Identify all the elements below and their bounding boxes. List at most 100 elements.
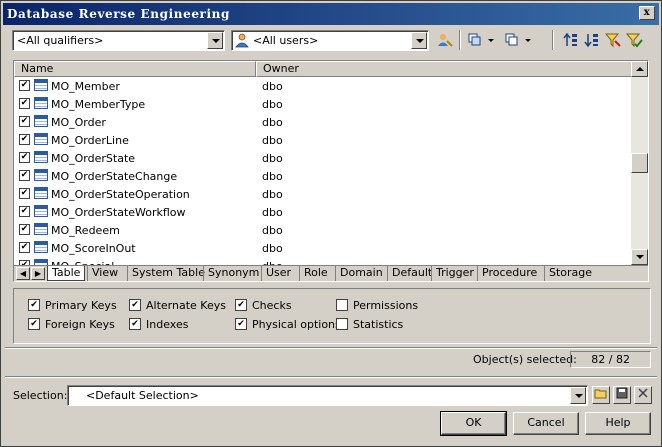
divider <box>5 347 657 349</box>
row-name: MO_OrderStateOperation <box>51 188 190 201</box>
row-owner: dbo <box>262 242 283 255</box>
table-row[interactable]: ✔ MO_OrderStateChange dbo <box>14 167 632 185</box>
options-group: ✔ Primary Keys ✔ Alternate Keys ✔ Checks Permi… <box>13 288 651 344</box>
table-row[interactable]: ✔ MO_ScoreInOut dbo <box>14 239 632 257</box>
tab-system-table[interactable]: System Table <box>127 266 209 281</box>
vertical-scrollbar[interactable] <box>631 61 648 265</box>
select-all-dropdown-icon[interactable] <box>467 31 497 49</box>
tab-table[interactable]: Table <box>47 266 86 281</box>
tab-domain[interactable]: Domain <box>335 266 387 281</box>
select-users-icon[interactable] <box>436 31 454 49</box>
tab-synonym[interactable]: Synonym <box>203 266 263 281</box>
save-icon[interactable] <box>613 386 631 404</box>
ok-button[interactable]: OK <box>440 411 507 436</box>
option-label: Statistics <box>353 318 404 331</box>
tab-view[interactable]: View <box>87 266 122 281</box>
tab-storage[interactable]: Storage <box>544 266 596 281</box>
table-row[interactable]: ✔ MO_OrderState dbo <box>14 149 632 167</box>
open-folder-icon[interactable] <box>592 386 610 404</box>
row-name: MO_OrderState <box>51 152 136 165</box>
row-checkbox[interactable]: ✔ <box>19 206 30 217</box>
row-checkbox[interactable]: ✔ <box>19 98 30 109</box>
sort-ascending-icon[interactable] <box>562 31 580 49</box>
filter-icon[interactable] <box>604 31 622 49</box>
qualifier-dropdown[interactable]: <All qualifiers> <box>12 30 225 51</box>
row-checkbox[interactable]: ✔ <box>19 152 30 163</box>
option-label: Primary Keys <box>45 299 117 312</box>
tab-scroll-right-icon[interactable]: ▶ <box>31 267 45 280</box>
tab-default[interactable]: Default <box>387 266 436 281</box>
row-owner: dbo <box>262 206 283 219</box>
delete-icon[interactable] <box>634 386 652 404</box>
scroll-thumb[interactable] <box>631 153 648 173</box>
table-icon <box>34 115 48 127</box>
table-row[interactable]: ✔ MO_Redeem dbo <box>14 221 632 239</box>
chevron-down-icon[interactable] <box>207 32 223 49</box>
scroll-up-button[interactable] <box>631 61 648 77</box>
option-checkbox[interactable] <box>336 299 348 311</box>
table-icon <box>34 241 48 253</box>
user-icon <box>235 33 249 48</box>
chevron-down-icon[interactable] <box>570 387 586 404</box>
deselect-all-dropdown-icon[interactable] <box>504 31 534 49</box>
option-checkbox[interactable]: ✔ <box>28 299 40 311</box>
sort-descending-icon[interactable] <box>583 31 601 49</box>
scroll-down-button[interactable] <box>631 249 648 265</box>
table-row[interactable]: ✔ MO_OrderStateWorkflow dbo <box>14 203 632 221</box>
row-owner: dbo <box>262 188 283 201</box>
row-checkbox[interactable]: ✔ <box>19 134 30 145</box>
table-row[interactable]: ✔ MO_Order dbo <box>14 113 632 131</box>
selected-count-value: 82 / 82 <box>570 351 651 368</box>
title-bar[interactable]: Database Reverse Engineering x <box>3 3 659 25</box>
table-row[interactable]: ✔ MO_Member dbo <box>14 77 632 95</box>
option-checkbox[interactable]: ✔ <box>235 318 247 330</box>
help-button[interactable]: Help <box>585 412 651 435</box>
row-owner: dbo <box>262 224 283 237</box>
option-checkbox[interactable] <box>336 318 348 330</box>
close-button[interactable]: x <box>639 6 655 20</box>
cancel-button[interactable]: Cancel <box>513 412 579 435</box>
row-owner: dbo <box>262 134 283 147</box>
option-checkbox[interactable]: ✔ <box>28 318 40 330</box>
row-checkbox[interactable]: ✔ <box>19 116 30 127</box>
option-label: Checks <box>252 299 292 312</box>
option-label: Permissions <box>353 299 419 312</box>
tab-scroll-left-icon[interactable]: ◀ <box>16 267 30 280</box>
column-header-name[interactable]: Name <box>14 61 256 77</box>
row-name: MO_OrderStateChange <box>51 170 178 183</box>
chevron-down-icon[interactable] <box>411 32 427 49</box>
selection-dropdown[interactable]: <Default Selection> <box>67 385 588 406</box>
option-checkbox[interactable]: ✔ <box>235 299 247 311</box>
table-row[interactable]: ✔ MO_OrderLine dbo <box>14 131 632 149</box>
option-checkbox[interactable]: ✔ <box>129 318 141 330</box>
object-list[interactable]: Name Owner ✔ MO_Member dbo ✔ MO_MemberType db… <box>13 60 649 282</box>
row-checkbox[interactable]: ✔ <box>19 188 30 199</box>
table-icon <box>34 169 48 181</box>
tab-procedure[interactable]: Procedure <box>477 266 541 281</box>
row-owner: dbo <box>262 116 283 129</box>
table-row[interactable]: ✔MO_Specialdbo <box>14 257 632 265</box>
row-checkbox[interactable]: ✔ <box>19 80 30 91</box>
table-row[interactable]: ✔ MO_MemberType dbo <box>14 95 632 113</box>
table-icon <box>34 223 48 235</box>
column-header-owner[interactable]: Owner <box>256 61 632 77</box>
row-name: MO_Redeem <box>51 224 120 237</box>
toolbar-separator <box>459 30 461 50</box>
tab-trigger[interactable]: Trigger <box>431 266 478 281</box>
row-checkbox[interactable]: ✔ <box>19 224 30 235</box>
row-checkbox[interactable]: ✔ <box>19 242 30 253</box>
tab-user[interactable]: User <box>261 266 295 281</box>
row-checkbox[interactable]: ✔ <box>19 170 30 181</box>
table-row[interactable]: ✔ MO_OrderStateOperation dbo <box>14 185 632 203</box>
users-value: <All users> <box>253 34 319 47</box>
users-dropdown[interactable]: <All users> <box>231 30 429 51</box>
row-name: MO_OrderLine <box>51 134 129 147</box>
option-checkbox[interactable]: ✔ <box>129 299 141 311</box>
table-icon <box>34 79 48 91</box>
tab-role[interactable]: Role <box>299 266 332 281</box>
table-icon <box>34 205 48 217</box>
option-label: Alternate Keys <box>146 299 226 312</box>
row-owner: dbo <box>262 98 283 111</box>
row-name: MO_Order <box>51 116 106 129</box>
select-filter-icon[interactable] <box>626 31 644 49</box>
